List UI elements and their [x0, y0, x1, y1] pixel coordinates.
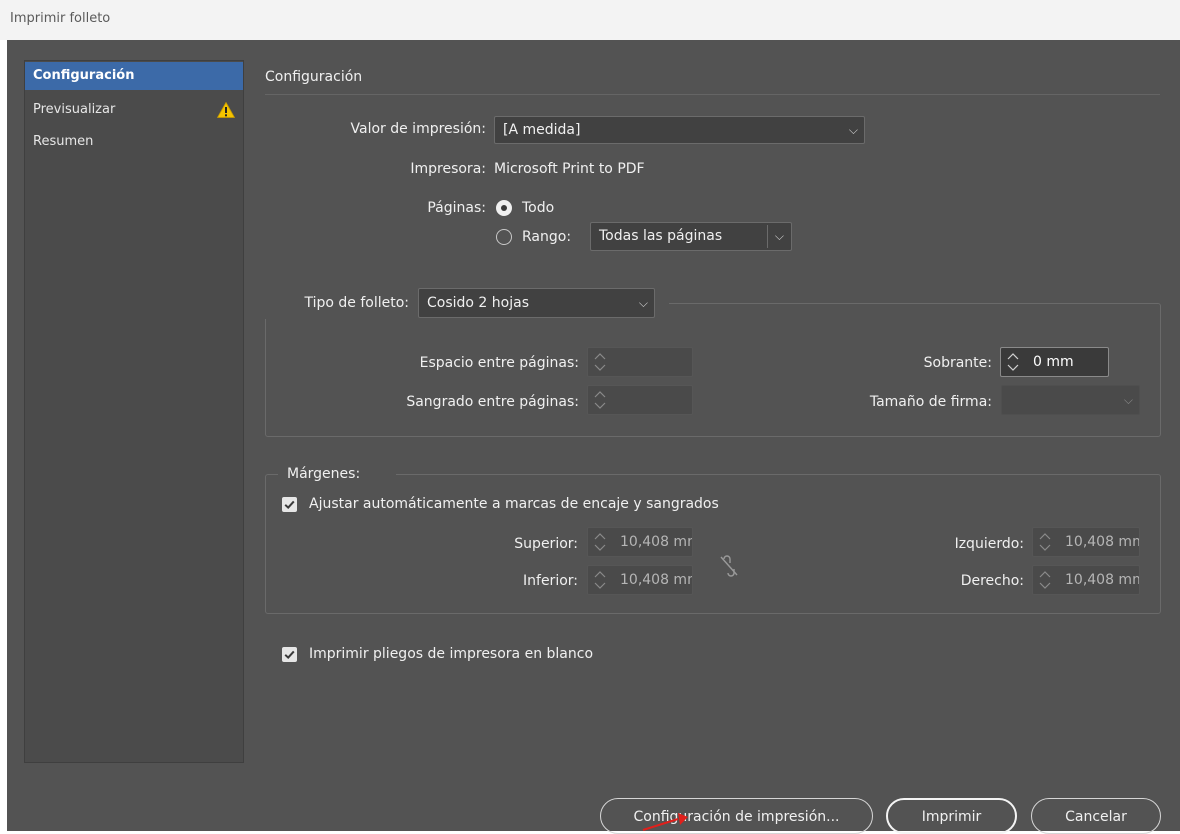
creep-label: Sobrante: — [923, 355, 992, 371]
booklet-type-label: Tipo de folleto: — [304, 295, 409, 311]
print-preset-select[interactable]: [A medida] ⌵ — [494, 116, 865, 144]
booklet-type-value: Cosido 2 hojas — [427, 295, 529, 311]
auto-margins-checkbox[interactable] — [282, 497, 297, 512]
signature-size-label: Tamaño de firma: — [869, 394, 992, 410]
margin-left-label: Izquierdo: — [954, 536, 1024, 552]
chevron-down-icon: ⌵ — [1123, 393, 1133, 407]
stepper-arrows-icon — [1039, 571, 1051, 589]
printer-value: Microsoft Print to PDF — [494, 161, 645, 177]
sidebar-item-previsualizar[interactable]: Previsualizar — [25, 96, 243, 124]
creep-value: 0 mm — [1033, 354, 1074, 370]
sidebar-item-label: Previsualizar — [33, 102, 116, 117]
margin-bottom-stepper[interactable]: 10,408 mm — [587, 565, 693, 595]
pointer-cursor-icon — [642, 813, 688, 831]
print-button[interactable]: Imprimir — [886, 798, 1017, 834]
pages-all-label: Todo — [522, 200, 555, 216]
margin-left-value: 10,408 mm — [1065, 534, 1139, 550]
stepper-arrows-icon — [1039, 533, 1051, 551]
signature-size-select[interactable]: ⌵ — [1001, 385, 1140, 415]
pages-range-select[interactable]: Todas las páginas ⌵ — [590, 222, 792, 251]
sidebar-item-configuracion[interactable]: Configuración — [25, 62, 243, 90]
booklet-type-select[interactable]: Cosido 2 hojas ⌵ — [418, 288, 655, 318]
chevron-down-icon: ⌵ — [638, 296, 648, 310]
stepper-arrows-icon — [1007, 353, 1019, 371]
pages-all-radio[interactable] — [496, 200, 512, 216]
margin-right-label: Derecho: — [960, 573, 1024, 589]
margin-top-stepper[interactable]: 10,408 mm — [587, 527, 693, 557]
checkmark-icon — [284, 650, 295, 660]
margin-top-value: 10,408 mm — [620, 534, 692, 550]
margin-right-value: 10,408 mm — [1065, 572, 1139, 588]
pages-range-value: Todas las páginas — [599, 228, 723, 244]
printer-label: Impresora: — [410, 161, 486, 177]
sidebar: Configuración Previsualizar Resumen — [24, 60, 244, 763]
bleed-between-pages-label: Sangrado entre páginas: — [406, 394, 579, 410]
auto-margins-label: Ajustar automáticamente a marcas de enca… — [309, 496, 719, 512]
stepper-arrows-icon — [594, 353, 606, 371]
section-title: Configuración — [265, 69, 363, 85]
space-between-pages-label: Espacio entre páginas: — [419, 355, 579, 371]
margins-group — [265, 474, 1161, 614]
margin-bottom-value: 10,408 mm — [620, 572, 692, 588]
window-titlebar: Imprimir folleto — [0, 0, 1180, 40]
sidebar-item-label: Configuración — [33, 68, 135, 83]
space-between-pages-stepper[interactable] — [587, 347, 693, 377]
stepper-arrows-icon — [594, 571, 606, 589]
sidebar-item-resumen[interactable]: Resumen — [25, 128, 243, 156]
checkmark-icon — [284, 500, 295, 510]
pages-label: Páginas: — [427, 200, 486, 216]
margin-right-stepper[interactable]: 10,408 mm — [1032, 565, 1140, 595]
bleed-between-pages-stepper[interactable] — [587, 385, 693, 415]
chevron-down-icon: ⌵ — [848, 123, 858, 137]
margins-title: Márgenes: — [287, 466, 361, 482]
window-title: Imprimir folleto — [10, 11, 111, 26]
section-divider — [265, 94, 1160, 95]
stepper-arrows-icon — [594, 391, 606, 409]
stepper-arrows-icon — [594, 533, 606, 551]
pages-range-label: Rango: — [522, 229, 572, 245]
print-preset-value: [A medida] — [503, 122, 581, 138]
chevron-down-icon: ⌵ — [774, 229, 784, 243]
blank-spreads-checkbox[interactable] — [282, 647, 297, 662]
warning-icon — [217, 102, 235, 118]
cancel-button[interactable]: Cancelar — [1031, 798, 1161, 834]
sidebar-item-label: Resumen — [33, 134, 94, 149]
broken-link-icon[interactable] — [718, 554, 740, 578]
blank-spreads-label: Imprimir pliegos de impresora en blanco — [309, 646, 594, 662]
margin-top-label: Superior: — [514, 536, 578, 552]
margin-bottom-label: Inferior: — [523, 573, 578, 589]
creep-stepper[interactable]: 0 mm — [1000, 347, 1109, 377]
pages-range-radio[interactable] — [496, 229, 512, 245]
print-preset-label: Valor de impresión: — [350, 121, 487, 137]
margin-left-stepper[interactable]: 10,408 mm — [1032, 527, 1140, 557]
